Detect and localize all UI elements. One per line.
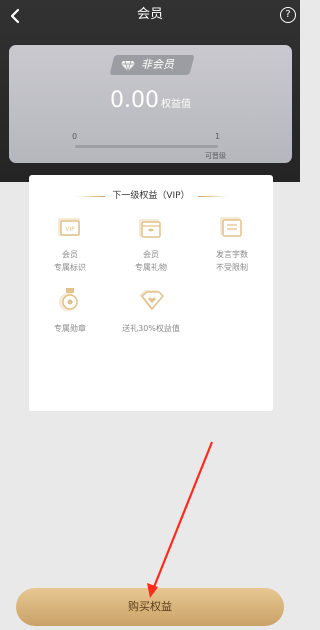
upgrade-label: 可晋级 [205,152,226,160]
perk-label-line1: 发言字数 [216,250,248,259]
perk-exclusive-gift[interactable]: 会员 专属礼物 [116,215,186,274]
medal-icon [59,288,78,311]
svg-text:VIP: VIP [65,226,75,233]
progress-end-label: 1 [215,132,221,141]
benefits-panel: 下一级权益（VIP） VIP 会员 专属标识 会员 专属礼物 发言字数 不受限制… [29,175,273,411]
page-title: 会员 [136,7,163,22]
perk-label-line2: 专属礼物 [135,263,167,272]
header-background: 会员 ? 非会员 0.00 权益值 0 1 可晋级 [0,0,300,182]
perk-label-line1: 会员 [143,250,159,259]
perk-exclusive-badge[interactable]: VIP 会员 专属标识 [35,215,105,274]
perk-gift-bonus[interactable]: 送礼30%权益值 [116,287,186,335]
perk-label-line1: 专属勋章 [54,324,86,333]
buy-benefits-button[interactable]: 购买权益 [16,588,284,626]
perk-unlimited-chat[interactable]: 发言字数 不受限制 [197,215,267,274]
help-button[interactable]: ? [280,7,296,23]
perk-label-line1: 送礼30%权益值 [122,324,180,333]
points-display: 0.00 权益值 [9,86,292,116]
benefits-title: 下一级权益（VIP） [112,191,190,201]
member-status-text: 非会员 [141,58,174,71]
points-value: 0.00 [110,88,159,113]
gift-box-icon [139,219,161,238]
points-unit: 权益值 [160,99,191,110]
diamond-icon [121,60,135,73]
diamond-heart-icon [139,290,165,311]
perk-label-line2: 不受限制 [216,263,248,272]
perk-exclusive-medal[interactable]: 专属勋章 [35,287,105,335]
message-icon [220,217,242,237]
perk-label-line2: 专属标识 [54,263,86,272]
membership-card: 非会员 0.00 权益值 0 1 可晋级 [9,45,292,163]
progress-bar [75,145,218,148]
vip-badge-icon: VIP [58,218,80,236]
perk-label-line1: 会员 [62,250,78,259]
title-divider-right [198,196,228,197]
progress-start-label: 0 [72,132,78,141]
